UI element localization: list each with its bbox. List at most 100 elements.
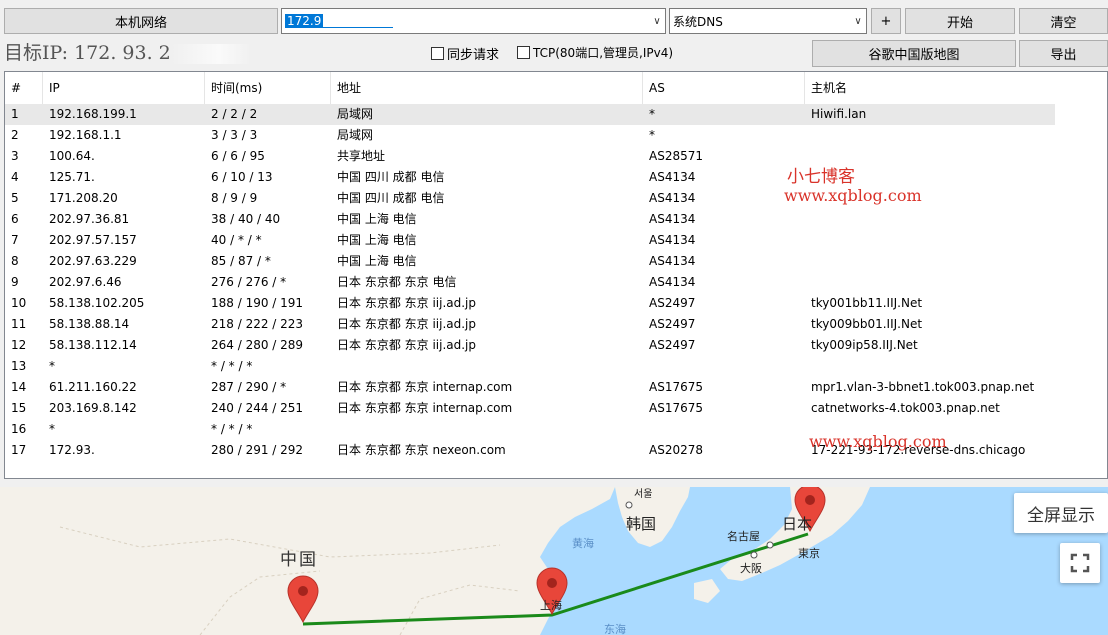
hop-time: 188 / 190 / 191 (211, 296, 304, 310)
hop-ip: 100.64. (49, 149, 95, 163)
hop-index: 1 (11, 107, 19, 121)
table-row[interactable]: 6 202.97.36.81 38 / 40 / 40 中国 上海 电信 AS4134 (5, 209, 1107, 230)
hop-ip: 202.97.63.229 (49, 254, 137, 268)
table-row[interactable]: 15 203.169.8.142 240 / 244 / 251 日本 东京都 东京 … (5, 398, 1107, 419)
hop-hostname: catnetworks-4.tok003.pnap.net (811, 401, 1000, 415)
hop-address (331, 419, 645, 440)
target-input[interactable]: 172.9 ∨ (281, 8, 666, 34)
table-row[interactable]: 13 * * / * / * (5, 356, 1107, 377)
start-button[interactable]: 开始 (905, 8, 1015, 34)
column-header-as[interactable]: AS (643, 72, 805, 104)
local-network-label: 本机网络 (114, 15, 167, 31)
target-input-value: 172.9 (285, 14, 324, 28)
clear-button[interactable]: 清空 (1019, 8, 1108, 34)
hop-address: 中国 四川 成都 电信 (337, 170, 445, 184)
hop-as: * (649, 107, 655, 121)
hop-time: 218 / 222 / 223 (211, 317, 304, 331)
map-label-east-sea: 东海 (604, 623, 626, 635)
table-row[interactable]: 11 58.138.88.14 218 / 222 / 223 日本 东京都 东京 i… (5, 314, 1107, 335)
fullscreen-label: 全屏显示 (1027, 505, 1095, 526)
hop-address: 中国 四川 成都 电信 (337, 191, 445, 205)
table-row[interactable]: 4 125.71. 6 / 10 / 13 中国 四川 成都 电信 AS4134 (5, 167, 1107, 188)
hop-time: * / * / * (211, 422, 253, 436)
sync-request-box[interactable] (431, 47, 444, 60)
hop-ip: 202.97.36.81 (49, 212, 130, 226)
hop-hostname: Hiwifi.lan (811, 107, 867, 121)
hop-index: 13 (11, 359, 27, 373)
column-header-ip[interactable]: IP (43, 72, 205, 104)
hop-ip: 202.97.57.157 (49, 233, 137, 247)
table-row[interactable]: 10 58.138.102.205 188 / 190 / 191 日本 东京都 东京… (5, 293, 1107, 314)
local-network-button[interactable]: 本机网络 (4, 8, 278, 34)
target-ip-value: 172. 93. 2 (74, 42, 171, 64)
table-row[interactable]: 5 171.208.20 8 / 9 / 9 中国 四川 成都 电信 AS4134 (5, 188, 1107, 209)
chevron-down-icon[interactable]: ∨ (649, 16, 665, 27)
export-button[interactable]: 导出 (1019, 40, 1108, 67)
hop-as: * (649, 128, 655, 142)
hop-ip: 171.208.20 (49, 191, 118, 205)
hop-hostname: tky009ip58.IIJ.Net (811, 338, 918, 352)
google-map-button[interactable]: 谷歌中国版地图 (812, 40, 1016, 67)
sync-request-checkbox[interactable]: 同步请求 (431, 44, 499, 63)
column-header-time[interactable]: 时间(ms) (205, 72, 331, 104)
hop-index: 3 (11, 149, 19, 163)
trace-table: # IP 时间(ms) 地址 AS 主机名 1 192.168.199.1 2 / … (4, 71, 1108, 479)
table-row[interactable]: 8 202.97.63.229 85 / 87 / * 中国 上海 电信 AS4134 (5, 251, 1107, 272)
column-header-index[interactable]: # (5, 72, 43, 104)
table-row[interactable]: 12 58.138.112.14 264 / 280 / 289 日本 东京都 东京 … (5, 335, 1107, 356)
table-row[interactable]: 9 202.97.6.46 276 / 276 / * 日本 东京都 东京 电信 AS4… (5, 272, 1107, 293)
chevron-down-icon[interactable]: ∨ (850, 16, 866, 27)
hop-time: 287 / 290 / * (211, 380, 287, 394)
hop-hostname (805, 251, 1105, 272)
column-header-address[interactable]: 地址 (331, 72, 643, 104)
hop-index: 2 (11, 128, 19, 142)
hop-as: AS4134 (649, 170, 696, 184)
hop-hostname: mpr1.vlan-3-bbnet1.tok003.pnap.net (811, 380, 1035, 394)
hop-address: 日本 东京都 东京 电信 (337, 275, 457, 289)
add-button[interactable]: + (871, 8, 901, 34)
table-row[interactable]: 1 192.168.199.1 2 / 2 / 2 局域网 * Hiwifi.lan (5, 104, 1055, 125)
hop-as: AS2497 (649, 317, 696, 331)
map-label-korea: 韩国 (626, 515, 657, 533)
hop-as: AS17675 (649, 401, 703, 415)
tcp-box[interactable] (517, 46, 530, 59)
hop-as: AS2497 (649, 338, 696, 352)
hop-time: 6 / 6 / 95 (211, 149, 265, 163)
fullscreen-toggle-button[interactable] (1060, 543, 1100, 583)
watermark-line3: www.xqblog.com (809, 432, 947, 451)
hop-as: AS4134 (649, 191, 696, 205)
tcp-checkbox[interactable]: TCP(80端口,管理员,IPv4) (517, 44, 673, 61)
fullscreen-icon (1070, 553, 1090, 573)
hop-time: 85 / 87 / * (211, 254, 271, 268)
sync-request-label: 同步请求 (447, 48, 500, 63)
column-header-hostname[interactable]: 主机名 (805, 72, 1060, 104)
hop-ip: 203.169.8.142 (49, 401, 137, 415)
hop-time: 3 / 3 / 3 (211, 128, 258, 142)
table-row[interactable]: 14 61.211.160.22 287 / 290 / * 日本 东京都 东京 in… (5, 377, 1107, 398)
map-view[interactable]: 中国 서울 韩国 黄海 东海 上海 名古屋 大阪 東京 日本 全屏显示 (0, 487, 1108, 635)
hop-time: 6 / 10 / 13 (211, 170, 273, 184)
dns-select[interactable]: 系统DNS ∨ (669, 8, 867, 34)
hop-index: 11 (11, 317, 27, 331)
hop-address: 中国 上海 电信 (337, 233, 417, 247)
table-row[interactable]: 7 202.97.57.157 40 / * / * 中国 上海 电信 AS4134 (5, 230, 1107, 251)
map-label-seoul: 서울 (634, 489, 653, 500)
table-row[interactable]: 3 100.64. 6 / 6 / 95 共享地址 AS28571 (5, 146, 1107, 167)
hop-address: 共享地址 (337, 149, 386, 163)
hop-time: 240 / 244 / 251 (211, 401, 304, 415)
fullscreen-button[interactable]: 全屏显示 (1014, 493, 1108, 533)
tcp-label: TCP(80端口,管理员,IPv4) (533, 46, 674, 60)
hop-index: 14 (11, 380, 27, 394)
target-ip-prefix: 目标IP: (4, 42, 69, 64)
hop-ip: 58.138.88.14 (49, 317, 130, 331)
hop-as: AS4134 (649, 212, 696, 226)
map-label-yellow-sea: 黄海 (572, 537, 594, 550)
hop-address: 中国 上海 电信 (337, 212, 417, 226)
hop-as (643, 356, 803, 377)
hop-ip: 202.97.6.46 (49, 275, 122, 289)
table-row[interactable]: 2 192.168.1.1 3 / 3 / 3 局域网 * (5, 125, 1107, 146)
hop-time: 276 / 276 / * (211, 275, 287, 289)
hop-time: * / * / * (211, 359, 253, 373)
hop-index: 16 (11, 422, 27, 436)
hop-index: 10 (11, 296, 27, 310)
